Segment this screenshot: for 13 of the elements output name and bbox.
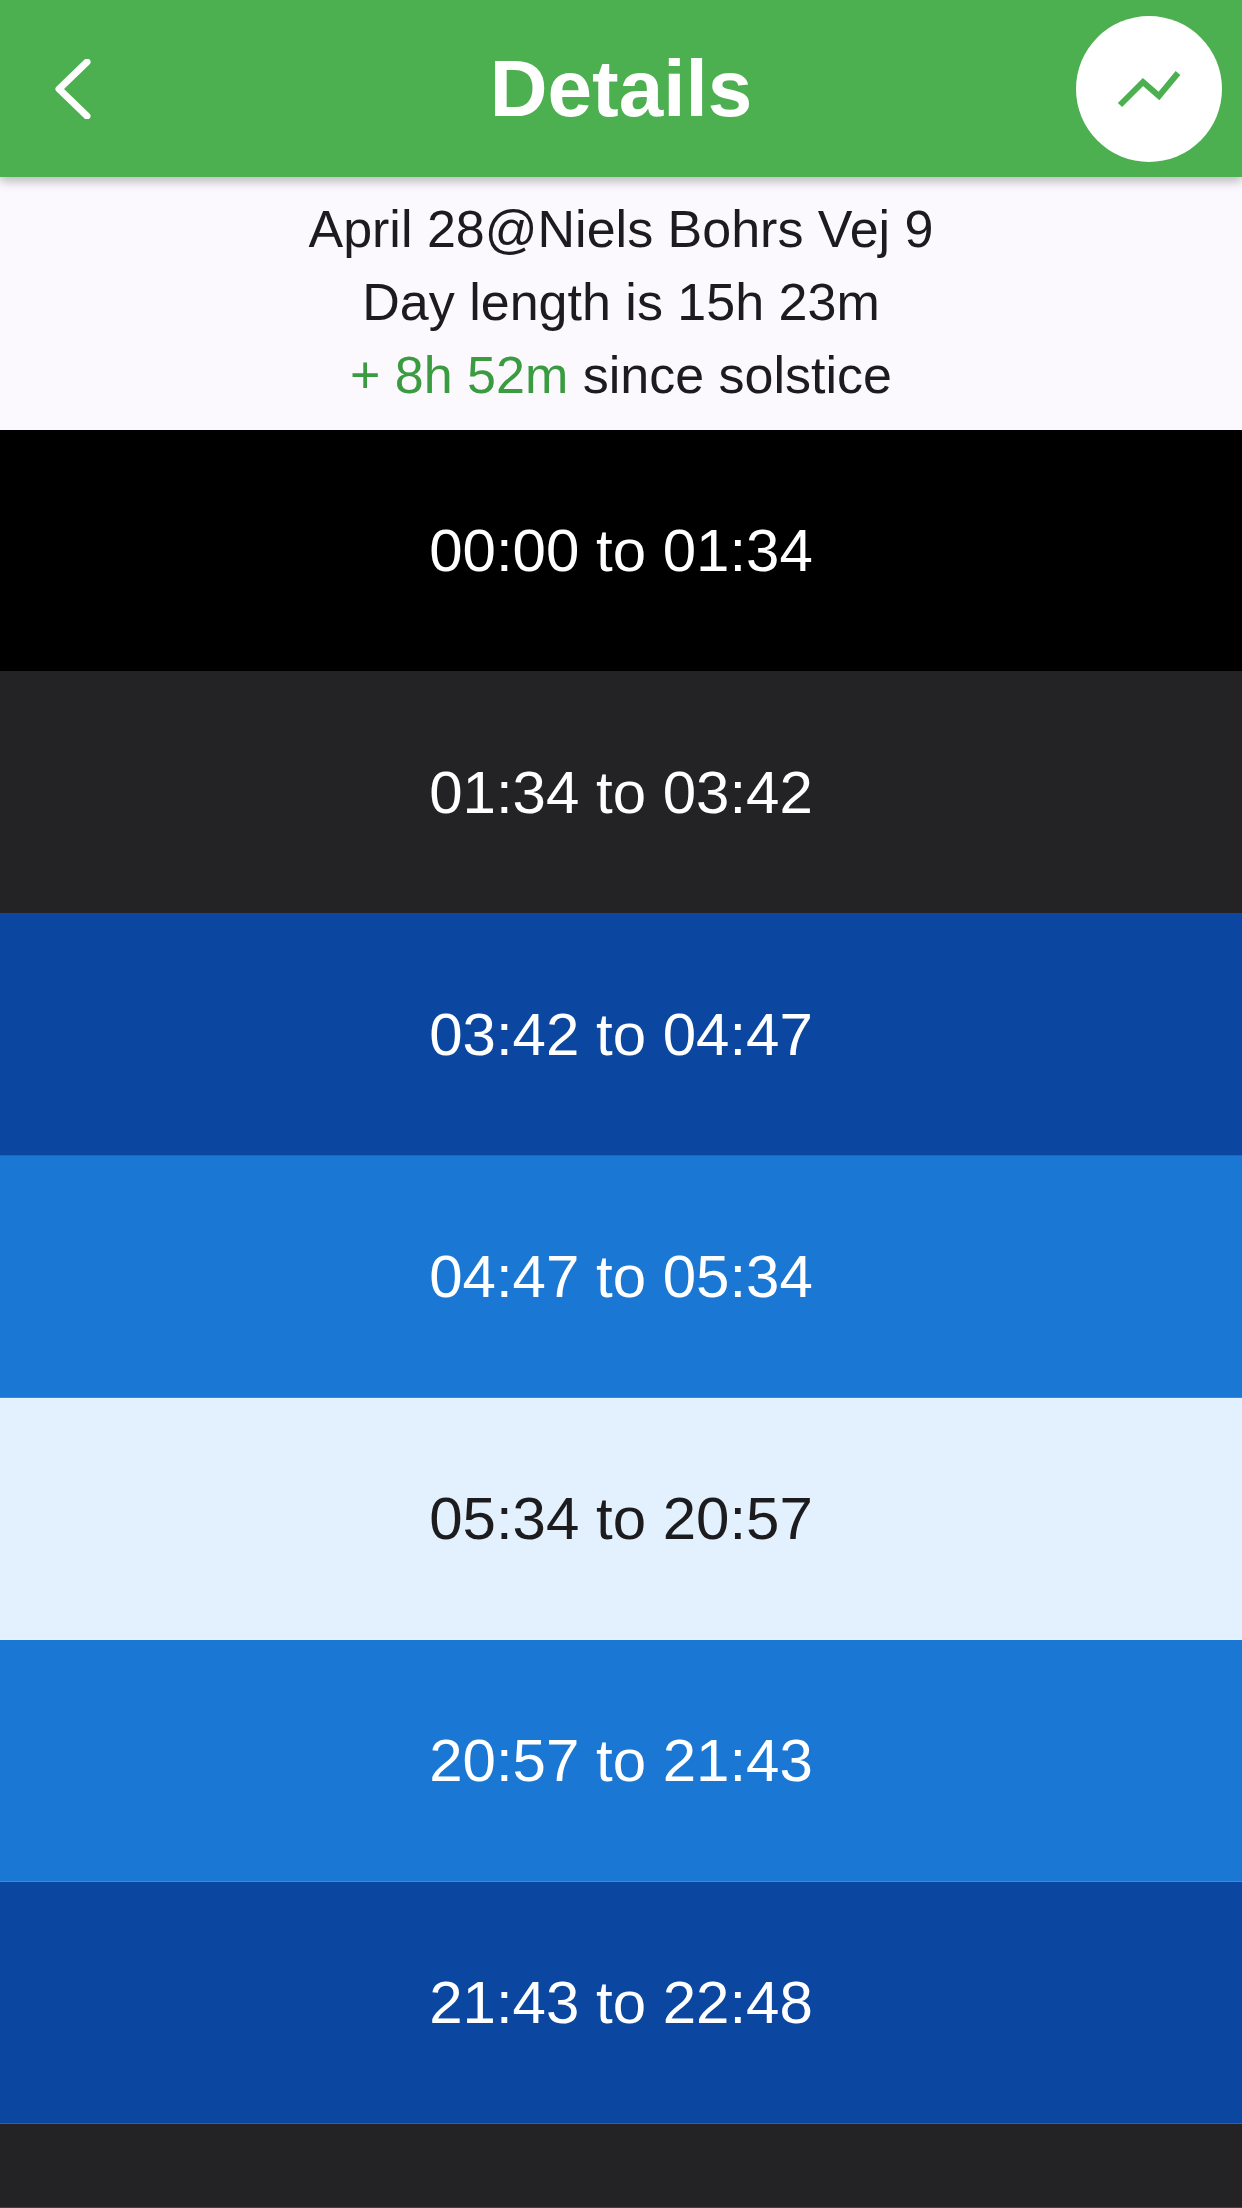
day-length-text: Day length is 15h 23m [362,272,880,333]
line-chart-icon [1117,69,1181,108]
time-range-text: 04:47 to 05:34 [429,1241,813,1312]
time-range-text: 21:43 to 22:48 [429,1967,813,2038]
screen-title: Details [489,44,753,133]
time-range-text: 01:34 to 03:42 [429,757,813,828]
time-range-text: 20:57 to 21:43 [429,1725,813,1796]
solstice-change-text: + 8h 52m since solstice [350,345,892,406]
time-range-text: 03:42 to 04:47 [429,999,813,1070]
time-range-text: 05:34 to 20:57 [429,1483,813,1554]
chevron-left-icon [53,58,91,119]
date-location-text: April 28@Niels Bohrs Vej 9 [308,199,934,260]
time-range-text: 00:00 to 01:34 [429,515,813,586]
